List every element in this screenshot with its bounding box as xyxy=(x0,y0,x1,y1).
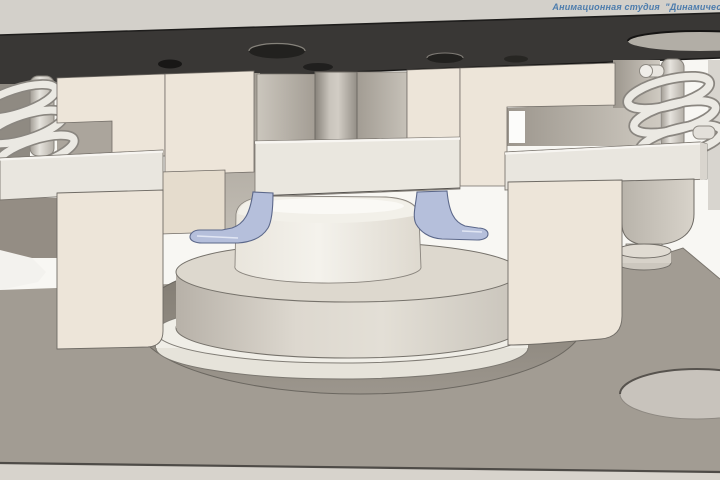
cad-render-canvas xyxy=(0,0,720,480)
blank-holder-plate xyxy=(254,136,461,198)
bushing-bell xyxy=(618,178,695,246)
left-sub-column xyxy=(160,169,226,235)
studio-watermark: Анимационная студия "Динамическо xyxy=(552,2,720,12)
plate-hole-icon xyxy=(158,59,182,69)
center-left-block xyxy=(164,70,255,176)
right-tall-block xyxy=(507,179,623,346)
retainer-ring xyxy=(616,243,672,259)
punch-shank xyxy=(314,71,358,146)
plate-hole-icon xyxy=(504,55,528,63)
plate-hole-icon xyxy=(303,63,333,71)
pin-cap-icon xyxy=(639,64,653,78)
left-tall-block xyxy=(56,189,164,350)
cross-pin-icon xyxy=(692,125,716,140)
render-stage: Анимационная студия "Динамическо xyxy=(0,0,720,480)
